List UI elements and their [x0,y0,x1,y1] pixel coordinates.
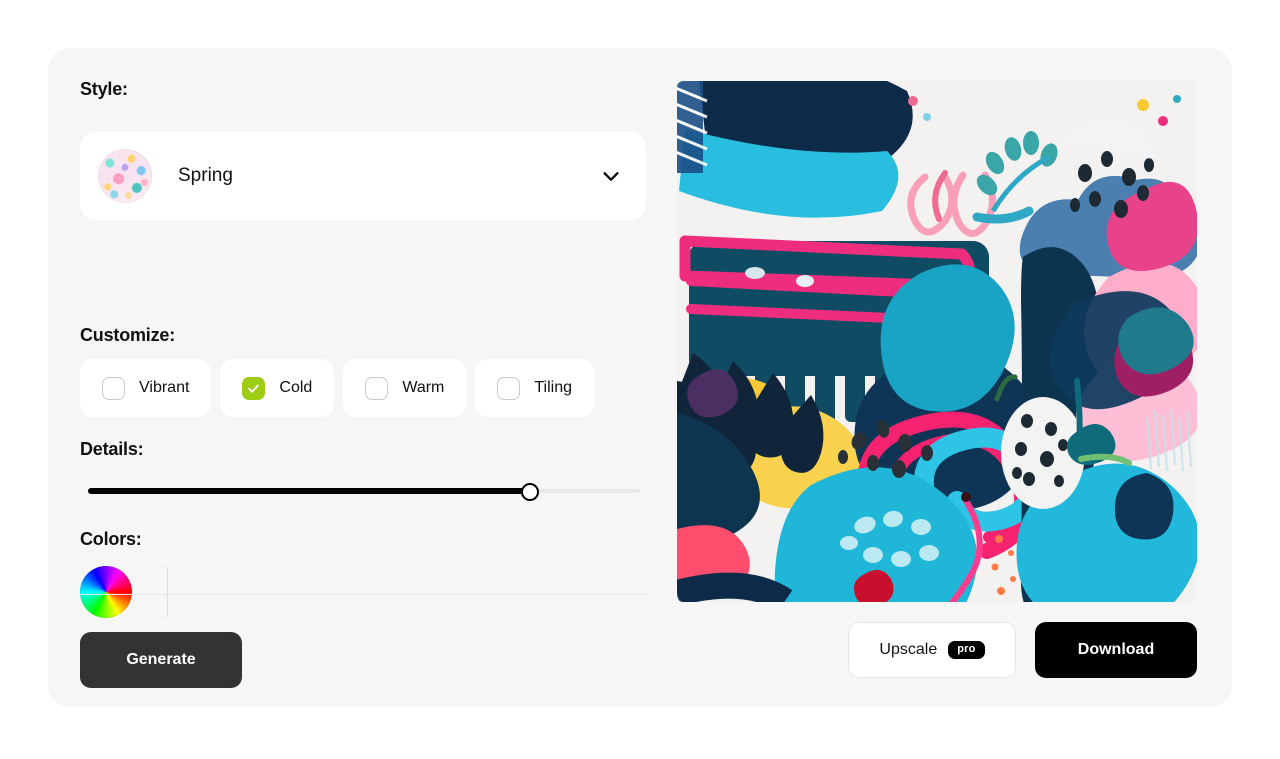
controls-panel: Style: Spring Customize: Vibrant Cold Wa… [80,79,646,688]
customize-label: Customize: [80,325,176,345]
generated-image-preview[interactable] [677,81,1197,602]
chevron-down-icon [603,172,619,181]
preview-panel: Upscale pro Download [677,81,1197,678]
style-select[interactable]: Spring [80,132,646,220]
option-label: Warm [402,379,445,396]
checkbox-tiling[interactable] [497,376,521,400]
section-divider [80,594,646,595]
customize-options: Vibrant Cold Warm Tiling [80,359,595,417]
option-label: Cold [279,379,313,396]
pro-badge: pro [948,641,985,659]
checkbox-cold[interactable] [242,376,266,400]
slider-thumb[interactable] [520,483,539,501]
checkbox-warm[interactable] [365,376,389,400]
option-tiling[interactable]: Tiling [475,359,595,417]
option-label: Tiling [534,379,573,396]
details-slider[interactable] [88,483,640,501]
generate-button[interactable]: Generate [80,632,242,688]
colors-row [80,564,168,620]
option-cold[interactable]: Cold [220,359,335,417]
option-vibrant[interactable]: Vibrant [80,359,212,417]
generator-card: Style: Spring Customize: Vibrant Cold Wa… [48,48,1232,707]
upscale-label: Upscale [879,641,938,658]
style-label: Style: [80,79,128,99]
style-selected-value: Spring [178,165,233,186]
colors-divider [167,567,168,617]
download-button[interactable]: Download [1035,622,1197,678]
upscale-button[interactable]: Upscale pro [848,622,1016,678]
checkbox-vibrant[interactable] [102,376,125,400]
slider-fill [88,488,530,494]
color-wheel-icon[interactable] [80,566,132,618]
colors-label: Colors: [80,529,142,549]
option-warm[interactable]: Warm [343,359,467,417]
style-thumbnail-icon [98,149,152,203]
artwork-svg [677,81,1197,602]
details-label: Details: [80,439,144,459]
option-label: Vibrant [139,379,190,396]
preview-actions: Upscale pro Download [848,622,1197,678]
